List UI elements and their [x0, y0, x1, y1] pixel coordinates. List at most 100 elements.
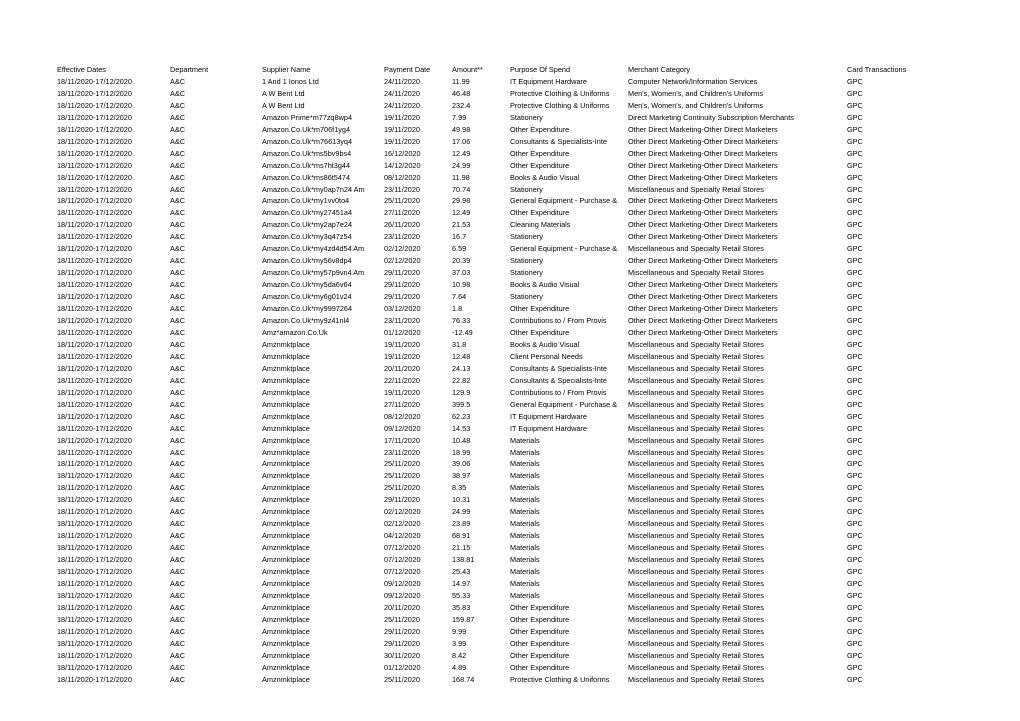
cell-purpose_of_spend: Materials — [510, 531, 540, 541]
cell-amount: 12.49 — [452, 148, 471, 158]
table-row[interactable]: 18/11/2020-17/12/2020 A&C A W Bent Ltd 24/1… — [57, 88, 967, 100]
table-row[interactable]: 18/11/2020-17/12/2020 A&C Amznmktplace 23/1… — [57, 447, 967, 459]
table-row[interactable]: 18/11/2020-17/12/2020 A&C Amz*amazon.Co.Uk… — [57, 327, 967, 339]
table-row[interactable]: 18/11/2020-17/12/2020 A&C Amazon.Co.Uk*my5… — [57, 279, 967, 291]
table-row[interactable]: 18/11/2020-17/12/2020 A&C Amznmktplace 02/1… — [57, 506, 967, 518]
table-row[interactable]: 18/11/2020-17/12/2020 A&C Amznmktplace 09/1… — [57, 423, 967, 435]
cell-card_transactions: GPC — [847, 435, 863, 445]
cell-amount: 10.48 — [452, 435, 471, 445]
cell-amount: 21.53 — [452, 220, 471, 230]
cell-merchant_category: Miscellaneous and Specialty Retail Store… — [628, 626, 764, 636]
table-row[interactable]: 18/11/2020-17/12/2020 A&C A W Bent Ltd 24/1… — [57, 100, 967, 112]
table-row[interactable]: 18/11/2020-17/12/2020 A&C Amazon.Co.Uk*my2… — [57, 207, 967, 219]
cell-payment_date: 27/11/2020 — [384, 399, 420, 409]
table-row[interactable]: 18/11/2020-17/12/2020 A&C Amazon.Co.Uk*my5… — [57, 255, 967, 267]
cell-merchant_category: Other Direct Marketing-Other Direct Mark… — [628, 256, 778, 266]
cell-effective_dates: 18/11/2020-17/12/2020 — [57, 160, 132, 170]
cell-supplier_name: Amznmktplace — [262, 411, 310, 421]
table-row[interactable]: 18/11/2020-17/12/2020 A&C Amznmktplace 27/1… — [57, 399, 967, 411]
table-row[interactable]: 18/11/2020-17/12/2020 A&C Amazon.Co.Uk*m76… — [57, 136, 967, 148]
cell-department: A&C — [170, 435, 186, 445]
table-row[interactable]: 18/11/2020-17/12/2020 A&C Amznmktplace 17/1… — [57, 435, 967, 447]
table-row[interactable]: 18/11/2020-17/12/2020 A&C Amznmktplace 29/1… — [57, 626, 967, 638]
cell-amount: 8.42 — [452, 650, 467, 660]
table-row[interactable]: 18/11/2020-17/12/2020 A&C Amznmktplace 25/1… — [57, 458, 967, 470]
table-row[interactable]: 18/11/2020-17/12/2020 A&C Amznmktplace 25/1… — [57, 482, 967, 494]
table-row[interactable]: 18/11/2020-17/12/2020 A&C Amazon.Co.Uk*ms8… — [57, 172, 967, 184]
table-row[interactable]: 18/11/2020-17/12/2020 A&C Amznmktplace 04/1… — [57, 530, 967, 542]
table-row[interactable]: 18/11/2020-17/12/2020 A&C Amznmktplace 09/1… — [57, 590, 967, 602]
cell-amount: 18.99 — [452, 447, 471, 457]
cell-merchant_category: Other Direct Marketing-Other Direct Mark… — [628, 327, 778, 337]
cell-department: A&C — [170, 136, 186, 146]
cell-card_transactions: GPC — [847, 244, 863, 254]
table-row[interactable]: 18/11/2020-17/12/2020 A&C Amazon.Co.Uk*my2… — [57, 219, 967, 231]
table-row[interactable]: 18/11/2020-17/12/2020 A&C Amznmktplace 20/1… — [57, 363, 967, 375]
table-row[interactable]: 18/11/2020-17/12/2020 A&C Amazon.Co.Uk*my5… — [57, 267, 967, 279]
cell-merchant_category: Miscellaneous and Specialty Retail Store… — [628, 435, 764, 445]
cell-purpose_of_spend: Materials — [510, 590, 540, 600]
cell-payment_date: 24/11/2020 — [384, 100, 420, 110]
cell-department: A&C — [170, 112, 186, 122]
cell-card_transactions: GPC — [847, 411, 863, 421]
cell-payment_date: 08/12/2020 — [384, 411, 421, 421]
table-row[interactable]: 18/11/2020-17/12/2020 A&C Amazon.Co.Uk*my4… — [57, 243, 967, 255]
table-row[interactable]: 18/11/2020-17/12/2020 A&C Amznmktplace 25/1… — [57, 470, 967, 482]
table-row[interactable]: 18/11/2020-17/12/2020 A&C Amznmktplace 07/1… — [57, 566, 967, 578]
cell-purpose_of_spend: Books & Audio Visual — [510, 172, 580, 182]
table-row[interactable]: 18/11/2020-17/12/2020 A&C 1 And 1 Ionos Lt… — [57, 76, 967, 88]
table-row[interactable]: 18/11/2020-17/12/2020 A&C Amznmktplace 07/1… — [57, 554, 967, 566]
cell-payment_date: 09/12/2020 — [384, 423, 421, 433]
cell-card_transactions: GPC — [847, 507, 863, 517]
table-row[interactable]: 18/11/2020-17/12/2020 A&C Amznmktplace 29/1… — [57, 494, 967, 506]
cell-supplier_name: Amznmktplace — [262, 590, 310, 600]
spend-table-container: Effective Dates Department Supplier Name… — [57, 64, 967, 686]
table-row[interactable]: 18/11/2020-17/12/2020 A&C Amznmktplace 09/1… — [57, 578, 967, 590]
cell-department: A&C — [170, 495, 186, 505]
table-row[interactable]: 18/11/2020-17/12/2020 A&C Amznmktplace 25/1… — [57, 614, 967, 626]
cell-payment_date: 08/12/2020 — [384, 172, 421, 182]
table-row[interactable]: 18/11/2020-17/12/2020 A&C Amazon.Co.Uk*my3… — [57, 231, 967, 243]
table-row[interactable]: 18/11/2020-17/12/2020 A&C Amazon.Co.Uk*ms5… — [57, 148, 967, 160]
table-row[interactable]: 18/11/2020-17/12/2020 A&C Amznmktplace 19/1… — [57, 339, 967, 351]
cell-payment_date: 02/12/2020 — [384, 507, 421, 517]
table-row[interactable]: 18/11/2020-17/12/2020 A&C Amazon.Co.Uk*my0… — [57, 184, 967, 196]
cell-merchant_category: Computer Network/Information Services — [628, 76, 758, 86]
table-row[interactable]: 18/11/2020-17/12/2020 A&C Amznmktplace 01/1… — [57, 662, 967, 674]
cell-merchant_category: Miscellaneous and Specialty Retail Store… — [628, 555, 764, 565]
cell-effective_dates: 18/11/2020-17/12/2020 — [57, 304, 132, 314]
table-row[interactable]: 18/11/2020-17/12/2020 A&C Amazon.Co.Uk*m70… — [57, 124, 967, 136]
table-row[interactable]: 18/11/2020-17/12/2020 A&C Amazon.Co.Uk*my9… — [57, 303, 967, 315]
cell-amount: 232.4 — [452, 100, 471, 110]
table-row[interactable]: 18/11/2020-17/12/2020 A&C Amznmktplace 22/1… — [57, 375, 967, 387]
table-row[interactable]: 18/11/2020-17/12/2020 A&C Amazon.Co.Uk*my6… — [57, 291, 967, 303]
cell-card_transactions: GPC — [847, 519, 863, 529]
cell-purpose_of_spend: Stationery — [510, 232, 543, 242]
column-header-payment-date: Payment Date — [384, 65, 431, 74]
table-row[interactable]: 18/11/2020-17/12/2020 A&C Amznmktplace 30/1… — [57, 650, 967, 662]
table-row[interactable]: 18/11/2020-17/12/2020 A&C Amazon.Co.Uk*my9… — [57, 315, 967, 327]
table-row[interactable]: 18/11/2020-17/12/2020 A&C Amznmktplace 25/1… — [57, 674, 967, 686]
cell-supplier_name: Amznmktplace — [262, 507, 310, 517]
table-row[interactable]: 18/11/2020-17/12/2020 A&C Amazon.Co.Uk*ms7… — [57, 160, 967, 172]
table-row[interactable]: 18/11/2020-17/12/2020 A&C Amznmktplace 19/1… — [57, 387, 967, 399]
table-row[interactable]: 18/11/2020-17/12/2020 A&C Amznmktplace 07/1… — [57, 542, 967, 554]
cell-effective_dates: 18/11/2020-17/12/2020 — [57, 351, 132, 361]
cell-amount: 138.81 — [452, 555, 475, 565]
cell-payment_date: 01/12/2020 — [384, 662, 421, 672]
cell-merchant_category: Other Direct Marketing-Other Direct Mark… — [628, 304, 778, 314]
cell-amount: 22.82 — [452, 375, 471, 385]
table-row[interactable]: 18/11/2020-17/12/2020 A&C Amazon Prime*m77… — [57, 112, 967, 124]
table-row[interactable]: 18/11/2020-17/12/2020 A&C Amznmktplace 29/1… — [57, 638, 967, 650]
table-row[interactable]: 18/11/2020-17/12/2020 A&C Amznmktplace 02/1… — [57, 518, 967, 530]
cell-amount: 20.39 — [452, 256, 471, 266]
cell-effective_dates: 18/11/2020-17/12/2020 — [57, 590, 132, 600]
table-row[interactable]: 18/11/2020-17/12/2020 A&C Amznmktplace 19/1… — [57, 351, 967, 363]
cell-purpose_of_spend: Stationery — [510, 268, 543, 278]
cell-department: A&C — [170, 567, 186, 577]
table-row[interactable]: 18/11/2020-17/12/2020 A&C Amznmktplace 08/1… — [57, 411, 967, 423]
table-row[interactable]: 18/11/2020-17/12/2020 A&C Amznmktplace 20/1… — [57, 602, 967, 614]
cell-card_transactions: GPC — [847, 531, 863, 541]
cell-merchant_category: Miscellaneous and Specialty Retail Store… — [628, 351, 764, 361]
table-row[interactable]: 18/11/2020-17/12/2020 A&C Amazon.Co.Uk*my1… — [57, 195, 967, 207]
